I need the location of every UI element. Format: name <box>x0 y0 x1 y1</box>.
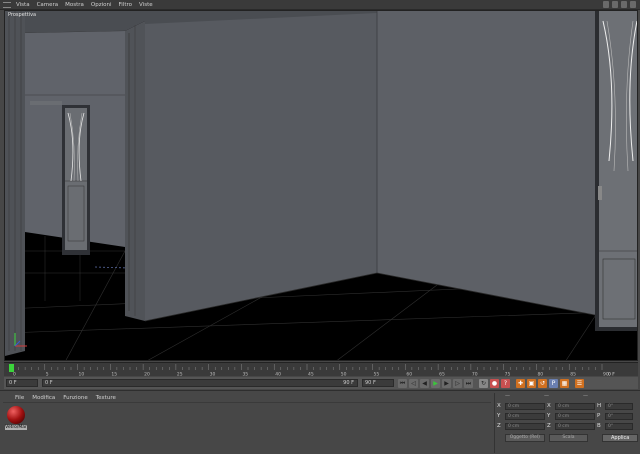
coord-axis-label: X <box>497 403 501 409</box>
menu-mostra[interactable]: Mostra <box>65 2 84 8</box>
prev-key-icon[interactable]: ◁ <box>409 378 418 388</box>
zoom-view-icon[interactable] <box>612 1 618 8</box>
coord-axis-label: Y <box>547 413 551 419</box>
rotation-p-field[interactable]: 0° <box>605 412 633 420</box>
timeline-ruler[interactable]: 0 5 10 15 20 25 30 35 40 45 50 55 60 65 70 75 80 85 90 0 F <box>4 362 638 377</box>
key-position-icon[interactable]: ✚ <box>516 378 525 388</box>
bottom-panels: File Modifica Funzione Texture Vetro/Mar… <box>0 390 640 454</box>
coordinates-manager: — — — X 0 cm X 0 cm H 0° Y 0 cm Y 0 cm P… <box>494 393 638 453</box>
coord-axis-label: P <box>597 413 601 419</box>
menu-filtro[interactable]: Filtro <box>119 2 132 8</box>
position-z-field[interactable]: 0 cm <box>505 422 545 430</box>
menu-vista[interactable]: Vista <box>16 2 30 8</box>
coord-header-size: — <box>544 393 549 399</box>
maximize-view-icon[interactable] <box>630 1 636 8</box>
material-name: Vetro/Mar <box>5 425 27 430</box>
menu-camera[interactable]: Camera <box>37 2 59 8</box>
position-x-field[interactable]: 0 cm <box>505 402 545 410</box>
timeline-window-icon[interactable]: ☰ <box>575 378 584 388</box>
rotation-b-field[interactable]: 0° <box>605 422 633 430</box>
coord-axis-label: X <box>547 403 551 409</box>
scene-render <box>5 11 637 360</box>
material-menu-file[interactable]: File <box>15 395 24 401</box>
timeline-ticks: 0 5 10 15 20 25 30 35 40 45 50 55 60 65 70 75 80 85 90 0 F <box>9 364 615 377</box>
material-item[interactable]: Vetro/Mar <box>5 406 27 436</box>
playhead-marker[interactable] <box>9 364 14 372</box>
coord-axis-label: Z <box>547 423 551 429</box>
perspective-viewport[interactable]: Prospettiva <box>4 10 638 361</box>
material-menu-funzione[interactable]: Funzione <box>63 395 87 401</box>
key-rotation-icon[interactable]: ↺ <box>538 378 547 388</box>
coord-row-z: Z 0 cm Z 0 cm B 0° <box>495 421 638 431</box>
range-start-label: 0 F <box>45 380 53 386</box>
coord-header-rotation: — <box>583 393 588 399</box>
viewport-label: Prospettiva <box>8 12 37 18</box>
play-icon[interactable]: ▶ <box>431 378 440 388</box>
rotation-h-field[interactable]: 0° <box>605 402 633 410</box>
material-preview-sphere <box>7 406 25 424</box>
material-menu-texture[interactable]: Texture <box>96 395 116 401</box>
next-frame-icon[interactable]: ▶ <box>442 378 451 388</box>
position-y-field[interactable]: 0 cm <box>505 412 545 420</box>
key-pla-icon[interactable]: ▦ <box>560 378 569 388</box>
coord-axis-label: H <box>597 403 602 409</box>
coord-mode-dropdown[interactable]: Oggetto (Rel) <box>505 434 545 442</box>
coord-axis-label: Y <box>497 413 501 419</box>
material-manager: File Modifica Funzione Texture Vetro/Mar <box>3 393 491 453</box>
autokey-icon[interactable]: ? <box>501 378 510 388</box>
range-end-label: 90 F <box>343 380 354 386</box>
go-to-end-icon[interactable]: ⏭ <box>464 378 473 388</box>
coord-row-y: Y 0 cm Y 0 cm P 0° <box>495 411 638 421</box>
material-menubar: File Modifica Funzione Texture <box>3 393 491 403</box>
viewport-nav-icons <box>603 1 636 8</box>
size-x-field[interactable]: 0 cm <box>555 402 595 410</box>
go-to-start-icon[interactable]: ⏮ <box>398 378 407 388</box>
range-slider[interactable]: 0 F 90 F <box>42 379 358 387</box>
key-scale-icon[interactable]: ▣ <box>527 378 536 388</box>
start-frame-field[interactable]: 0 F <box>6 379 38 387</box>
size-y-field[interactable]: 0 cm <box>555 412 595 420</box>
menu-opzioni[interactable]: Opzioni <box>91 2 112 8</box>
size-mode-dropdown[interactable]: Scala <box>548 434 589 442</box>
cinema4d-window: Vista Camera Mostra Opzioni Filtro Viste <box>0 0 640 454</box>
prev-frame-icon[interactable]: ◀ <box>420 378 429 388</box>
playback-controls: 0 F 0 F 90 F 90 F ⏮ ◁ ◀ ▶ ▶ ▷ ⏭ ↻ ● ? ✚ … <box>4 377 638 389</box>
coord-axis-label: B <box>597 423 601 429</box>
next-key-icon[interactable]: ▷ <box>453 378 462 388</box>
coord-headers: — — — <box>495 393 638 401</box>
coord-header-position: — <box>505 393 510 399</box>
move-view-icon[interactable] <box>603 1 609 8</box>
key-parameter-icon[interactable]: P <box>549 378 558 388</box>
coord-footer: Oggetto (Rel) Scala Applica <box>495 434 638 442</box>
record-icon[interactable]: ● <box>490 378 499 388</box>
coord-axis-label: Z <box>497 423 501 429</box>
material-menu-modifica[interactable]: Modifica <box>32 395 55 401</box>
end-frame-field[interactable]: 90 F <box>362 379 394 387</box>
viewport-menubar: Vista Camera Mostra Opzioni Filtro Viste <box>0 0 640 10</box>
panel-handle-icon[interactable] <box>3 2 11 8</box>
loop-icon[interactable]: ↻ <box>479 378 488 388</box>
rotate-view-icon[interactable] <box>621 1 627 8</box>
coord-row-x: X 0 cm X 0 cm H 0° <box>495 401 638 411</box>
size-z-field[interactable]: 0 cm <box>555 422 595 430</box>
menu-viste[interactable]: Viste <box>139 2 153 8</box>
apply-button[interactable]: Applica <box>602 434 638 442</box>
